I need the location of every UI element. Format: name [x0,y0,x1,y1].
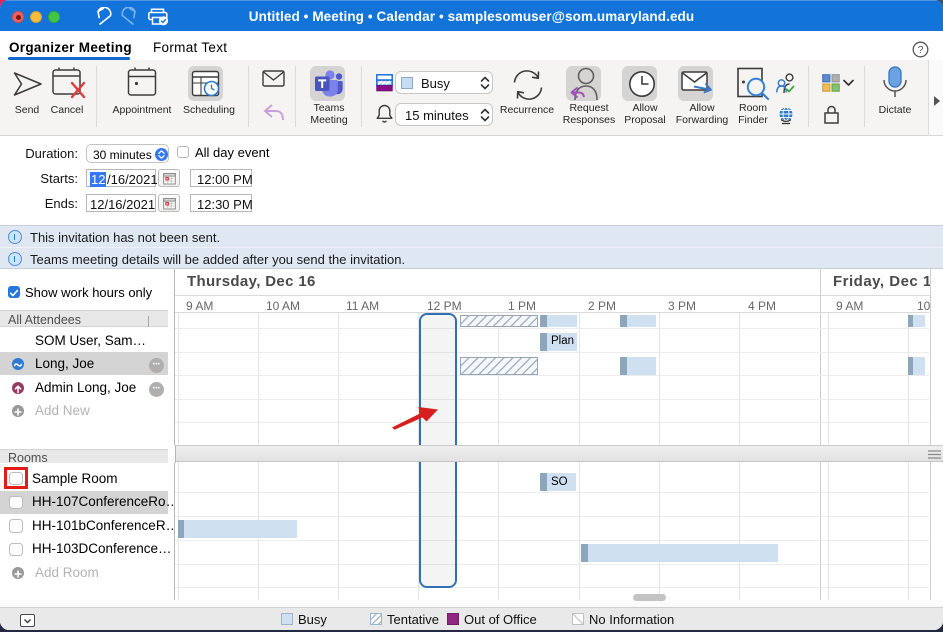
svg-text:?: ? [918,44,924,56]
